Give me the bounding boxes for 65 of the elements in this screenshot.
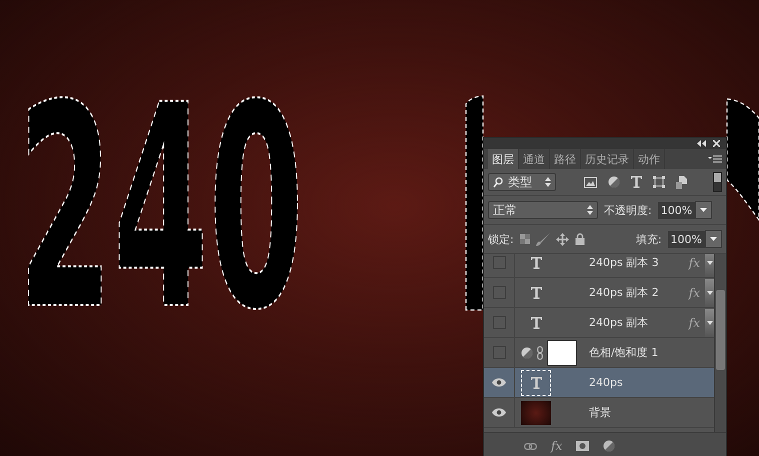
blend-mode-dropdown[interactable]: 正常 [488,201,598,219]
filter-toggle[interactable] [713,172,722,192]
opacity-dropdown-button[interactable] [695,201,712,219]
fill-field[interactable]: 100% [668,230,705,248]
expand-button[interactable] [705,254,714,276]
panel-tab[interactable]: 历史记录 [581,149,634,169]
eye-icon[interactable] [492,378,506,387]
transform-icon[interactable] [653,176,665,188]
caret-icon [706,290,712,294]
caret-icon [710,237,717,241]
mask-icon[interactable] [576,441,590,451]
panel-tab[interactable]: 通道 [519,149,550,169]
menu-icon[interactable] [708,155,722,163]
effects-label[interactable]: fx [688,286,700,300]
expand-button[interactable] [705,308,714,336]
scrollbar[interactable] [714,254,726,432]
layer-name: 色相/饱和度 1 [589,345,660,360]
image-thumbnail [521,400,551,424]
mask-thumbnail [547,340,577,366]
layer-row[interactable]: 240ps 副本 fx [484,308,714,338]
fill-label: 填充: [636,232,662,246]
checkerboard-icon[interactable] [520,234,530,244]
layer-row[interactable]: 背景 [484,398,714,428]
layer-name: 240ps 副本 3 [589,255,660,270]
link-icon[interactable] [524,442,537,450]
close-icon[interactable] [713,140,720,147]
fill-dropdown-button[interactable] [705,230,722,248]
chain-link-icon[interactable] [537,346,543,360]
image-icon[interactable] [584,176,597,188]
layer-row[interactable]: 240ps 副本 3 fx [484,254,714,278]
layer-name: 背景 [589,405,612,420]
caret-icon [706,260,712,264]
half-circle-icon[interactable] [603,440,616,452]
layer-row[interactable]: 240ps [484,368,714,398]
half-circle-icon[interactable] [608,176,620,188]
type-icon[interactable] [631,176,642,188]
search-icon [493,176,503,188]
effects-button[interactable]: fx [551,439,562,453]
effects-label[interactable]: fx [688,316,700,330]
adjustment-icon [521,346,533,358]
layer-name: 240ps 副本 [589,315,650,330]
filter-dropdown[interactable]: 类型 [488,173,556,191]
panel-tab[interactable]: 图层 [488,149,519,169]
collapse-icon[interactable] [696,140,706,147]
padlock-icon[interactable] [574,233,585,245]
brush-icon[interactable] [536,232,550,246]
canvas-text: 240 [18,44,304,372]
opacity-field[interactable]: 100% [658,202,696,218]
caret-icon [706,320,712,324]
updown-icon [587,205,593,215]
document-icon[interactable] [676,176,688,188]
caret-icon [700,208,708,212]
layer-name: 240ps [589,376,624,389]
opacity-label: 不透明度: [604,202,652,218]
panel-tab[interactable]: 动作 [634,149,665,169]
panel-tab[interactable]: 路径 [550,149,581,169]
layer-name: 240ps 副本 2 [589,285,660,300]
eye-icon[interactable] [492,408,506,417]
effects-label[interactable]: fx [688,256,700,270]
updown-icon [545,177,551,187]
move-icon[interactable] [556,232,569,246]
layer-row[interactable]: 240ps 副本 2 fx [484,278,714,308]
type-layer-thumbnail [521,370,551,396]
expand-button[interactable] [705,278,714,306]
lock-label: 锁定: [488,232,514,246]
